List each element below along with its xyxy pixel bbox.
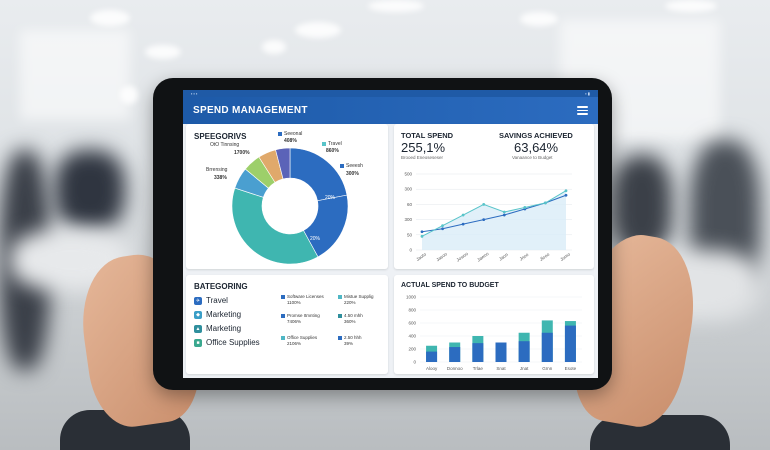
- total-spend-sub: Brooed Eneoseseser: [401, 155, 444, 160]
- x-tick-label: Grnn: [542, 366, 553, 371]
- detail-promse: Promse Itmnting 7406%: [281, 313, 320, 325]
- detail-office: Office Supplies 2106%: [281, 335, 317, 347]
- tablet-screen: ▪ ▪ ▪ ▪ ▮ SPEND MANAGEMENT SPEEGORIVS Se…: [183, 90, 598, 378]
- y-tick-label: 800: [408, 308, 416, 313]
- x-tick-label: Snat: [496, 366, 506, 371]
- bar-chart: 1000 800 600 400 200 0 Alooy Donnoo Trlae Snat Jna…: [406, 295, 582, 371]
- bar-actual[interactable]: [495, 342, 507, 363]
- bar-actual[interactable]: [426, 351, 438, 362]
- segment-label-2: 20%: [310, 236, 321, 242]
- status-left: ▪ ▪ ▪: [191, 91, 198, 96]
- category-label: Office Supplies: [206, 338, 260, 347]
- x-tick-label: Jomo: [559, 251, 571, 262]
- status-bar: ▪ ▪ ▪ ▪ ▮: [183, 90, 598, 97]
- status-right: ▪ ▮: [585, 91, 590, 96]
- x-tick-label: Esote: [565, 366, 577, 371]
- bar-actual[interactable]: [541, 332, 553, 362]
- category-travel[interactable]: ✈ Travel: [194, 296, 228, 305]
- plane-icon: ✈: [194, 296, 202, 305]
- series-point[interactable]: [544, 201, 547, 205]
- x-tick-label: Jnat: [520, 366, 529, 371]
- savings-sub: Vanaance to Budget: [512, 155, 553, 160]
- bar-actual[interactable]: [518, 341, 530, 362]
- detail-software: Software Licenses 1100%: [281, 294, 324, 306]
- totals-card: TOTAL SPEND 255,1% Brooed Eneoseseser SA…: [394, 124, 594, 269]
- series-point[interactable]: [441, 224, 444, 228]
- donut-slice-2[interactable]: [231, 187, 319, 265]
- y-tick-label: 400: [408, 334, 416, 339]
- x-tick-label: Jawoo: [476, 251, 490, 263]
- y-tick-label: 300: [404, 217, 412, 222]
- bar-actual[interactable]: [472, 343, 484, 362]
- y-tick-label: 300: [404, 187, 412, 192]
- detail-450: 4.50 mhh 360%: [338, 313, 363, 325]
- x-tick-label: Jaoto: [415, 251, 427, 262]
- chart-icon: ▲: [194, 324, 202, 333]
- line-chart: 50030060300500Jaoto Jasoo Jowoo Jawoo Jaon Jn…: [404, 172, 572, 263]
- app-bar: SPEND MANAGEMENT: [183, 97, 598, 124]
- clipboard-icon: ■: [194, 338, 202, 347]
- x-tick-label: Jowoo: [456, 251, 470, 263]
- detail-250: 2.50 hhh 39%: [338, 335, 362, 347]
- detail-mistue: Mistue Supplig 220%: [338, 294, 374, 306]
- y-tick-label: 500: [404, 172, 412, 177]
- series-point[interactable]: [502, 210, 506, 214]
- x-tick-label: Jlooo: [539, 251, 551, 262]
- category-label: Marketing: [206, 310, 242, 319]
- categoring-title: BATEGORING: [194, 282, 248, 291]
- series-point[interactable]: [461, 213, 465, 217]
- x-tick-label: Donnoo: [447, 366, 463, 371]
- donut-slice-0[interactable]: [289, 147, 348, 202]
- category-office-supplies[interactable]: ■ Office Supplies: [194, 338, 260, 347]
- y-tick-label: 0: [413, 360, 416, 365]
- bar-actual[interactable]: [564, 325, 576, 362]
- budget-card: ACTUAL SPEND TO BUDGET 1000 800 600 400 200 0…: [394, 275, 594, 374]
- savings-value: 63,64%: [514, 140, 559, 155]
- megaphone-icon: ◆: [194, 310, 202, 319]
- menu-icon[interactable]: [577, 106, 588, 115]
- x-tick-label: Jasoo: [435, 251, 448, 262]
- savings-label: SAVINGS ACHIEVED: [499, 131, 573, 140]
- x-tick-label: Trlae: [473, 366, 484, 371]
- total-spend-label: TOTAL SPEND: [401, 131, 454, 140]
- series-point[interactable]: [502, 213, 506, 217]
- series-point[interactable]: [420, 230, 424, 234]
- categoring-card: BATEGORING ✈ Travel ◆ Marketing ▲ Market…: [186, 275, 388, 374]
- x-tick-label: Jnoo: [519, 252, 530, 262]
- category-label: Marketing: [206, 324, 242, 333]
- series-point[interactable]: [523, 206, 527, 209]
- total-spend-value: 255,1%: [401, 140, 446, 155]
- x-tick-label: Jaon: [498, 252, 509, 262]
- bar-actual[interactable]: [449, 347, 461, 362]
- categories-card: SPEEGORIVS Seeonal 408% Travel 860% OtO …: [186, 124, 388, 269]
- series-point[interactable]: [420, 234, 424, 238]
- y-tick-label: 1000: [406, 295, 417, 300]
- y-tick-label: 60: [407, 202, 413, 207]
- budget-title: ACTUAL SPEND TO BUDGET: [401, 282, 499, 289]
- y-tick-label: 0: [409, 248, 412, 253]
- series-point[interactable]: [441, 227, 444, 231]
- segment-label-1: 20%: [325, 195, 336, 201]
- series-point[interactable]: [461, 222, 465, 226]
- x-tick-label: Alooy: [426, 366, 438, 371]
- series-point[interactable]: [564, 193, 568, 197]
- category-marketing-2[interactable]: ▲ Marketing: [194, 324, 241, 333]
- y-tick-label: 600: [408, 321, 416, 326]
- series-area: [422, 190, 566, 250]
- series-point[interactable]: [564, 189, 568, 193]
- category-label: Travel: [206, 296, 228, 305]
- y-tick-label: 200: [408, 347, 416, 352]
- series-point[interactable]: [482, 218, 486, 221]
- series-point[interactable]: [482, 203, 486, 206]
- y-tick-label: 50: [407, 232, 413, 237]
- app-title: SPEND MANAGEMENT: [193, 105, 308, 116]
- donut-chart: [231, 147, 349, 265]
- category-marketing[interactable]: ◆ Marketing: [194, 310, 241, 319]
